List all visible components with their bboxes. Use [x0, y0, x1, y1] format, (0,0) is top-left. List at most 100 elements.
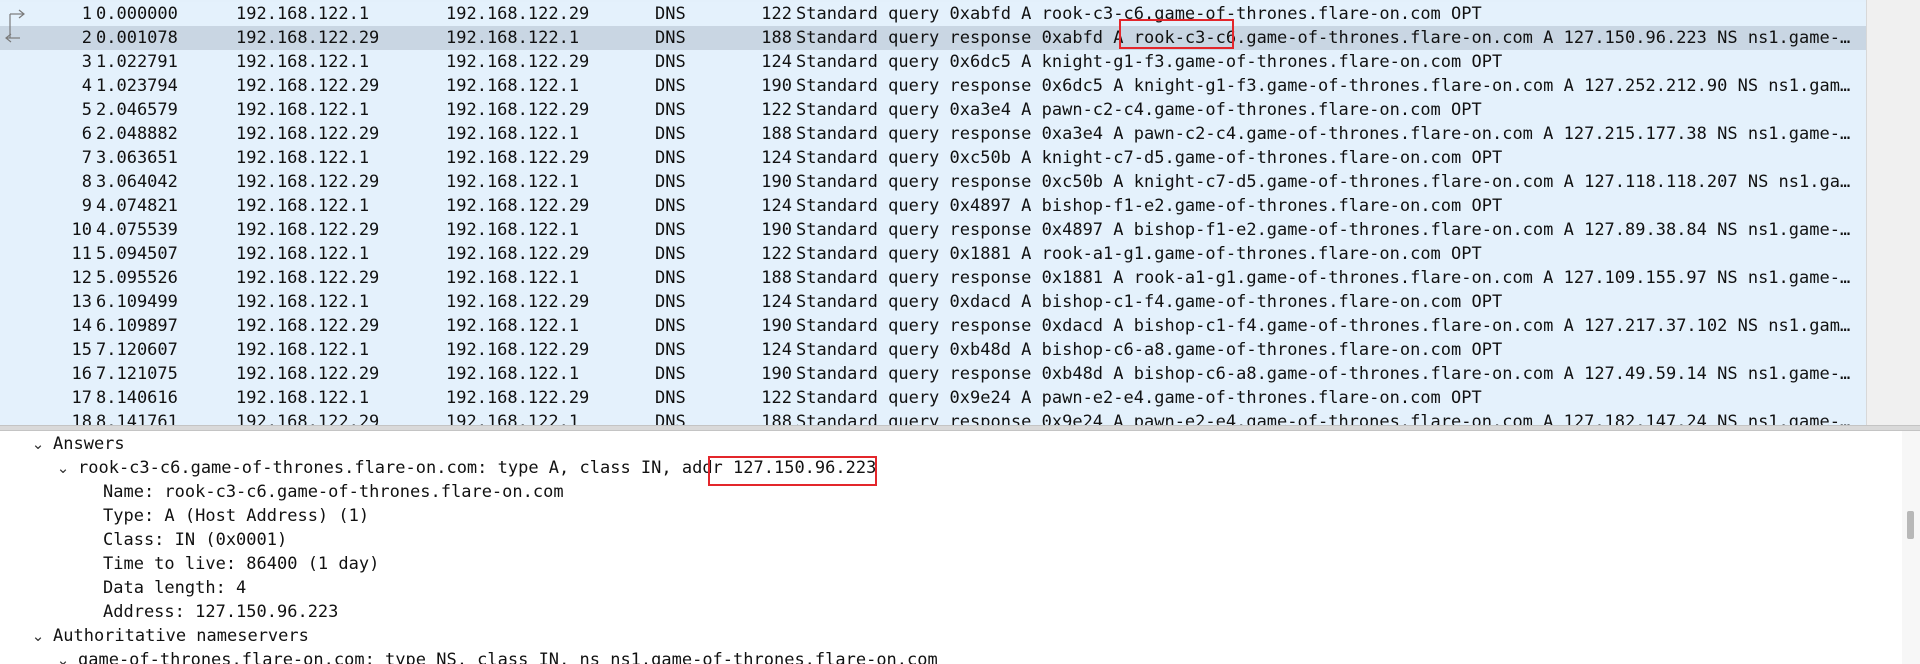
packet-number: 1 [81, 4, 92, 24]
packet-number: 15 [71, 340, 92, 360]
packet-protocol: DNS [655, 4, 686, 24]
tree-item-ttl[interactable]: Time to live: 86400 (1 day) [0, 552, 1900, 576]
packet-source: 192.168.122.1 [236, 340, 370, 360]
packet-source: 192.168.122.1 [236, 4, 370, 24]
packet-number: 2 [81, 28, 92, 48]
packet-destination: 192.168.122.29 [446, 388, 590, 408]
tree-item-label: Time to live: 86400 (1 day) [103, 554, 380, 574]
packet-destination: 192.168.122.29 [446, 148, 590, 168]
packet-protocol: DNS [655, 172, 686, 192]
chevron-down-icon[interactable]: ⌄ [30, 432, 46, 456]
packet-source: 192.168.122.1 [236, 52, 370, 72]
packet-row[interactable]: 3 1.022791 192.168.122.1 192.168.122.29 DNS 1… [0, 50, 1866, 74]
packet-destination: 192.168.122.29 [446, 244, 590, 264]
packet-info: Standard query response 0x1881 A rook-a1… [796, 268, 1860, 288]
packet-info: Standard query 0x6dc5 A knight-g1-f3.gam… [796, 52, 1503, 72]
packet-number: 5 [81, 100, 92, 120]
packet-row[interactable]: 18 8.141761 192.168.122.29 192.168.122.1 DNS… [0, 410, 1866, 425]
packet-time: 0.000000 [96, 4, 178, 24]
packet-row[interactable]: 13 6.109499 192.168.122.1 192.168.122.29 DNS… [0, 290, 1866, 314]
packet-protocol: DNS [655, 76, 686, 96]
packet-protocol: DNS [655, 364, 686, 384]
packet-details-scrollbar[interactable] [1902, 431, 1920, 664]
chevron-down-icon[interactable]: ⌄ [55, 648, 71, 664]
packet-source: 192.168.122.1 [236, 100, 370, 120]
packet-destination: 192.168.122.1 [446, 124, 580, 144]
packet-row[interactable]: 11 5.094507 192.168.122.1 192.168.122.29 DNS… [0, 242, 1866, 266]
packet-source: 192.168.122.29 [236, 124, 380, 144]
packet-info: Standard query 0xb48d A bishop-c6-a8.gam… [796, 340, 1503, 360]
chevron-down-icon[interactable]: ⌄ [30, 624, 46, 648]
packet-row[interactable]: 8 3.064042 192.168.122.29 192.168.122.1 DNS 1… [0, 170, 1866, 194]
tree-item-answer-record[interactable]: ⌄ rook-c3-c6.game-of-thrones.flare-on.co… [0, 456, 1900, 480]
packet-time: 7.120607 [96, 340, 178, 360]
packet-length: 190 [761, 220, 792, 240]
packet-length: 122 [761, 100, 792, 120]
tree-item-authoritative-nameservers[interactable]: ⌄ Authoritative nameservers [0, 624, 1900, 648]
packet-row[interactable]: 1 0.000000 192.168.122.1 192.168.122.29 DNS 1… [0, 2, 1866, 26]
packet-destination: 192.168.122.29 [446, 292, 590, 312]
packet-length: 124 [761, 340, 792, 360]
packet-info: Standard query 0xdacd A bishop-c1-f4.gam… [796, 292, 1503, 312]
packet-info: Standard query response 0x4897 A bishop-… [796, 220, 1860, 240]
packet-protocol: DNS [655, 100, 686, 120]
packet-time: 4.074821 [96, 196, 178, 216]
tree-item-type[interactable]: Type: A (Host Address) (1) [0, 504, 1900, 528]
packet-time: 5.094507 [96, 244, 178, 264]
packet-destination: 192.168.122.1 [446, 220, 580, 240]
packet-length: 188 [761, 28, 792, 48]
tree-item-answers[interactable]: ⌄ Answers [0, 432, 1900, 456]
packet-list-scrollbar[interactable] [1866, 0, 1920, 425]
scrollbar-thumb[interactable] [1907, 511, 1914, 539]
tree-item-label: Type: A (Host Address) (1) [103, 506, 370, 526]
tree-item-address[interactable]: Address: 127.150.96.223 [0, 600, 1900, 624]
packet-source: 192.168.122.1 [236, 148, 370, 168]
tree-item-label: Authoritative nameservers [53, 626, 309, 646]
packet-number: 12 [71, 268, 92, 288]
packet-time: 8.140616 [96, 388, 178, 408]
packet-protocol: DNS [655, 28, 686, 48]
packet-row[interactable]: 5 2.046579 192.168.122.1 192.168.122.29 DNS 1… [0, 98, 1866, 122]
packet-row[interactable]: 10 4.075539 192.168.122.29 192.168.122.1 DNS… [0, 218, 1866, 242]
packet-length: 190 [761, 172, 792, 192]
packet-row[interactable]: 7 3.063651 192.168.122.1 192.168.122.29 DNS 1… [0, 146, 1866, 170]
packet-protocol: DNS [655, 52, 686, 72]
packet-time: 6.109897 [96, 316, 178, 336]
packet-row[interactable]: 4 1.023794 192.168.122.29 192.168.122.1 DNS 1… [0, 74, 1866, 98]
packet-info: Standard query response 0x6dc5 A knight-… [796, 76, 1860, 96]
packet-number: 17 [71, 388, 92, 408]
packet-info: Standard query response 0xb48d A bishop-… [796, 364, 1860, 384]
packet-row[interactable]: 12 5.095526 192.168.122.29 192.168.122.1 DNS… [0, 266, 1866, 290]
packet-number: 18 [71, 412, 92, 425]
packet-time: 3.063651 [96, 148, 178, 168]
packet-length: 124 [761, 148, 792, 168]
tree-item-label: Name: rook-c3-c6.game-of-thrones.flare-o… [103, 482, 564, 502]
packet-row[interactable]: 14 6.109897 192.168.122.29 192.168.122.1 DNS… [0, 314, 1866, 338]
packet-row[interactable]: 16 7.121075 192.168.122.29 192.168.122.1 DNS… [0, 362, 1866, 386]
tree-item-data-length[interactable]: Data length: 4 [0, 576, 1900, 600]
packet-list-pane[interactable]: 1 0.000000 192.168.122.1 192.168.122.29 DNS 1… [0, 0, 1920, 425]
packet-info: Standard query 0x9e24 A pawn-e2-e4.game-… [796, 388, 1482, 408]
packet-row[interactable]: 15 7.120607 192.168.122.1 192.168.122.29 DNS… [0, 338, 1866, 362]
tree-item-ns-record[interactable]: ⌄ game-of-thrones.flare-on.com: type NS,… [0, 648, 1900, 664]
packet-number: 4 [81, 76, 92, 96]
packet-row[interactable]: 9 4.074821 192.168.122.1 192.168.122.29 DNS 1… [0, 194, 1866, 218]
tree-item-name[interactable]: Name: rook-c3-c6.game-of-thrones.flare-o… [0, 480, 1900, 504]
packet-number: 6 [81, 124, 92, 144]
packet-length: 188 [761, 124, 792, 144]
packet-info: Standard query 0x1881 A rook-a1-g1.game-… [796, 244, 1482, 264]
packet-list-rows: 1 0.000000 192.168.122.1 192.168.122.29 DNS 1… [0, 2, 1866, 425]
packet-info: Standard query response 0xabfd A rook-c3… [796, 28, 1860, 48]
packet-protocol: DNS [655, 388, 686, 408]
packet-row[interactable]: 2 0.001078 192.168.122.29 192.168.122.1 DNS 1… [0, 26, 1866, 50]
packet-info: Standard query 0x4897 A bishop-f1-e2.gam… [796, 196, 1503, 216]
tree-item-label: Address: 127.150.96.223 [103, 602, 339, 622]
packet-protocol: DNS [655, 124, 686, 144]
packet-time: 1.023794 [96, 76, 178, 96]
packet-details-pane[interactable]: ⌄ Answers ⌄ rook-c3-c6.game-of-thrones.f… [0, 431, 1920, 664]
packet-row[interactable]: 17 8.140616 192.168.122.1 192.168.122.29 DNS… [0, 386, 1866, 410]
chevron-down-icon[interactable]: ⌄ [55, 456, 71, 480]
packet-row[interactable]: 6 2.048882 192.168.122.29 192.168.122.1 DNS 1… [0, 122, 1866, 146]
packet-length: 124 [761, 52, 792, 72]
tree-item-class[interactable]: Class: IN (0x0001) [0, 528, 1900, 552]
